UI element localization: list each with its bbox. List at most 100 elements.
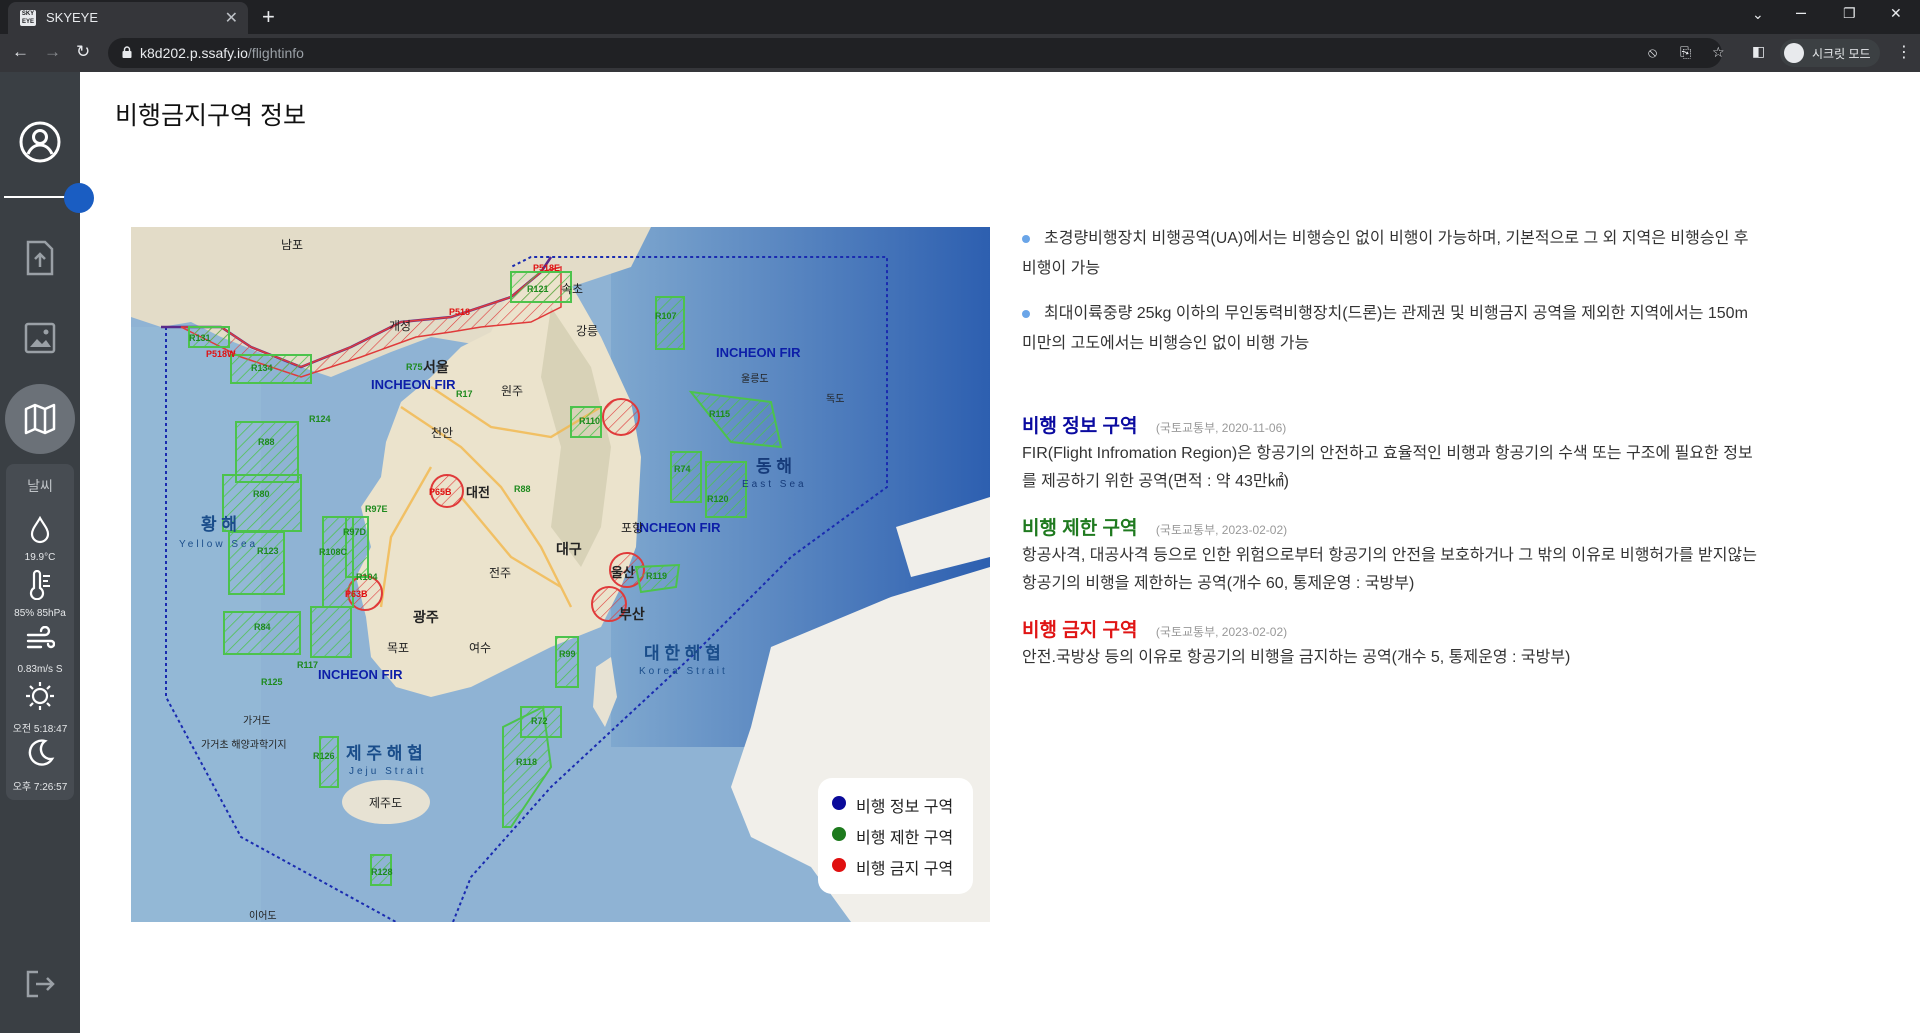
fir-label-3: INCHEON FIR xyxy=(636,520,721,535)
zone-R104[interactable] xyxy=(310,606,352,658)
city-sokcho: 속초 xyxy=(561,282,583,296)
zone-R107[interactable] xyxy=(655,296,685,350)
section-restricted-source: (국토교통부, 2023-02-02) xyxy=(1155,523,1288,537)
city-kaesong: 개성 xyxy=(389,319,411,333)
east-sea-en-label: East Sea xyxy=(742,479,807,490)
info-bullet-1: 초경량비행장치 비행공역(UA)에서는 비행승인 없이 비행이 가능하며, 기본… xyxy=(1022,224,1792,284)
city-gwangju: 광주 xyxy=(413,609,439,625)
zone-R99[interactable] xyxy=(555,636,579,688)
close-window-button[interactable]: ✕ xyxy=(1890,5,1902,22)
zone-label-R97D: R97D xyxy=(343,527,367,537)
url-host: k8d202.p.ssafy.io xyxy=(140,45,248,61)
info-bullet-2: 최대이륙중량 25kg 이하의 무인동력비행장치(드론)는 관제권 및 비행금지… xyxy=(1022,299,1792,359)
yellow-sea-en-label: Yellow Sea xyxy=(179,539,258,550)
url-path: /flightinfo xyxy=(247,45,304,61)
browser-tab[interactable]: SKY EYE SKYEYE ✕ xyxy=(8,2,248,34)
zone-label-P518W: P518W xyxy=(206,349,236,359)
section-prohibited-source: (국토교통부, 2023-02-02) xyxy=(1155,625,1288,639)
section-fir-line2: 를 제공하기 위한 공역(면적 : 약 43만㎢) xyxy=(1022,473,1289,490)
zone-label-P518E: P518E xyxy=(533,263,560,273)
city-wonju: 원주 xyxy=(501,384,523,398)
bullet-1-line2: 비행이 가능 xyxy=(1022,260,1101,277)
city-yeosu: 여수 xyxy=(469,641,491,655)
bookmark-star-icon[interactable]: ☆ xyxy=(1712,44,1725,61)
restore-button[interactable]: ❐ xyxy=(1843,5,1856,22)
side-panel-icon[interactable]: ◧ xyxy=(1752,43,1765,60)
reload-button[interactable]: ↻ xyxy=(76,42,90,62)
legend-fir-dot xyxy=(832,796,846,810)
browser-tabbar: SKY EYE SKYEYE ✕ + ⌄ – ❐ ✕ xyxy=(0,0,1920,34)
legend-fir-label: 비행 정보 구역 xyxy=(856,799,954,816)
city-pohang: 포항 xyxy=(621,521,643,535)
forward-button[interactable]: → xyxy=(44,42,61,62)
camera-blocked-icon[interactable]: ⦸ xyxy=(1648,44,1657,61)
weather-temperature: 19.9°C xyxy=(24,552,56,563)
zone-label-R99: R99 xyxy=(559,649,576,659)
profile-divider xyxy=(4,196,66,198)
zone-label-R75: R75 xyxy=(406,362,423,372)
city-gangneung: 강릉 xyxy=(576,324,598,338)
zone-label-R118: R118 xyxy=(516,757,537,767)
city-ieodo: 이어도 xyxy=(249,910,277,922)
zone-label-R97E: R97E xyxy=(365,504,388,514)
thermometer-icon xyxy=(6,569,74,605)
city-daegu: 대구 xyxy=(556,541,582,557)
zone-R120[interactable] xyxy=(705,461,747,518)
zone-label-R84: R84 xyxy=(254,622,271,632)
section-fir-desc: FIR(Flight Infromation Region)은 항공기의 안전하… xyxy=(1022,440,1792,496)
zone-label-R88: R88 xyxy=(258,437,275,447)
profile-label: 시크릿 모드 xyxy=(1812,47,1871,61)
section-prohibited-title: 비행 금지 구역 xyxy=(1022,620,1138,641)
favicon-icon: SKY EYE xyxy=(20,10,36,26)
browser-menu-icon[interactable]: ⋮ xyxy=(1896,42,1912,62)
weather-humidity-pressure: 85% 85hPa xyxy=(14,608,66,619)
tab-close-icon[interactable]: ✕ xyxy=(225,8,238,28)
wind-icon xyxy=(6,625,74,659)
user-profile-icon[interactable] xyxy=(0,120,80,169)
zone-label-P518: P518 xyxy=(449,307,470,317)
tab-search-icon[interactable]: ⌄ xyxy=(1752,6,1764,23)
zone-prohibited-circle-1[interactable] xyxy=(602,398,640,436)
section-restricted-desc: 항공사격, 대공사격 등으로 인한 위험으로부터 항공기의 안전을 보호하거나 … xyxy=(1022,542,1792,598)
city-mokpo: 목포 xyxy=(387,641,409,655)
weather-panel: 날씨 19.9°C 85% 85hPa 0.83m/s S 오전 5:18:47… xyxy=(6,464,74,800)
minimize-button[interactable]: – xyxy=(1796,2,1806,23)
upload-file-icon[interactable] xyxy=(0,240,80,281)
translate-icon[interactable]: ⎘ xyxy=(1680,44,1691,61)
sunrise-icon xyxy=(6,680,74,717)
zone-R74[interactable] xyxy=(670,451,702,503)
zone-R97D[interactable] xyxy=(345,516,369,578)
map-icon[interactable] xyxy=(0,402,80,441)
jeju-strait-en-label: Jeju Strait xyxy=(349,766,426,777)
image-icon[interactable] xyxy=(0,322,80,359)
incognito-profile-button[interactable]: 시크릿 모드 xyxy=(1780,39,1880,67)
zone-label-R131: R131 xyxy=(189,333,211,343)
legend-prohibited-dot xyxy=(832,858,846,872)
zone-label-R74: R74 xyxy=(674,464,691,474)
city-ulsan: 울산 xyxy=(611,565,635,580)
back-button[interactable]: ← xyxy=(12,42,29,62)
bullet-icon xyxy=(1022,234,1030,243)
zone-label-R104: R104 xyxy=(356,572,378,582)
zone-R126[interactable] xyxy=(319,736,339,788)
east-sea-label: 동 해 xyxy=(756,457,792,476)
legend-restricted-dot xyxy=(832,827,846,841)
section-restricted-line2: 항공기의 비행을 제한하는 공역(개수 60, 통제운영 : 국방부) xyxy=(1022,575,1415,592)
section-prohibited-desc: 안전.국방상 등의 이유로 항공기의 비행을 금지하는 공역(개수 5, 통제운… xyxy=(1022,644,1792,672)
legend-restricted-label: 비행 제한 구역 xyxy=(856,830,954,847)
zone-R88[interactable] xyxy=(235,421,299,483)
bullet-2-line1: 최대이륙중량 25kg 이하의 무인동력비행장치(드론)는 관제권 및 비행금지… xyxy=(1044,305,1748,322)
legend-prohibited-label: 비행 금지 구역 xyxy=(856,861,954,878)
weather-wind: 0.83m/s S xyxy=(17,664,63,675)
zone-label-R120: R120 xyxy=(707,494,729,504)
section-fir-title: 비행 정보 구역 xyxy=(1022,416,1138,437)
incognito-icon xyxy=(1784,43,1804,63)
new-tab-button[interactable]: + xyxy=(262,4,275,30)
address-bar[interactable]: k8d202.p.ssafy.io/flightinfo ⦸ ⎘ ☆ xyxy=(108,38,1725,68)
map-legend: 비행 정보 구역 비행 제한 구역 비행 금지 구역 xyxy=(818,778,973,894)
flight-zone-map[interactable]: R88 R80 R123 R84 R121 R107 R115 R74 R120… xyxy=(131,227,990,922)
bullet-1-line1: 초경량비행장치 비행공역(UA)에서는 비행승인 없이 비행이 가능하며, 기본… xyxy=(1044,230,1749,247)
zone-R84[interactable] xyxy=(223,611,301,655)
logout-icon[interactable] xyxy=(0,968,80,1005)
city-nampo: 남포 xyxy=(281,238,303,252)
